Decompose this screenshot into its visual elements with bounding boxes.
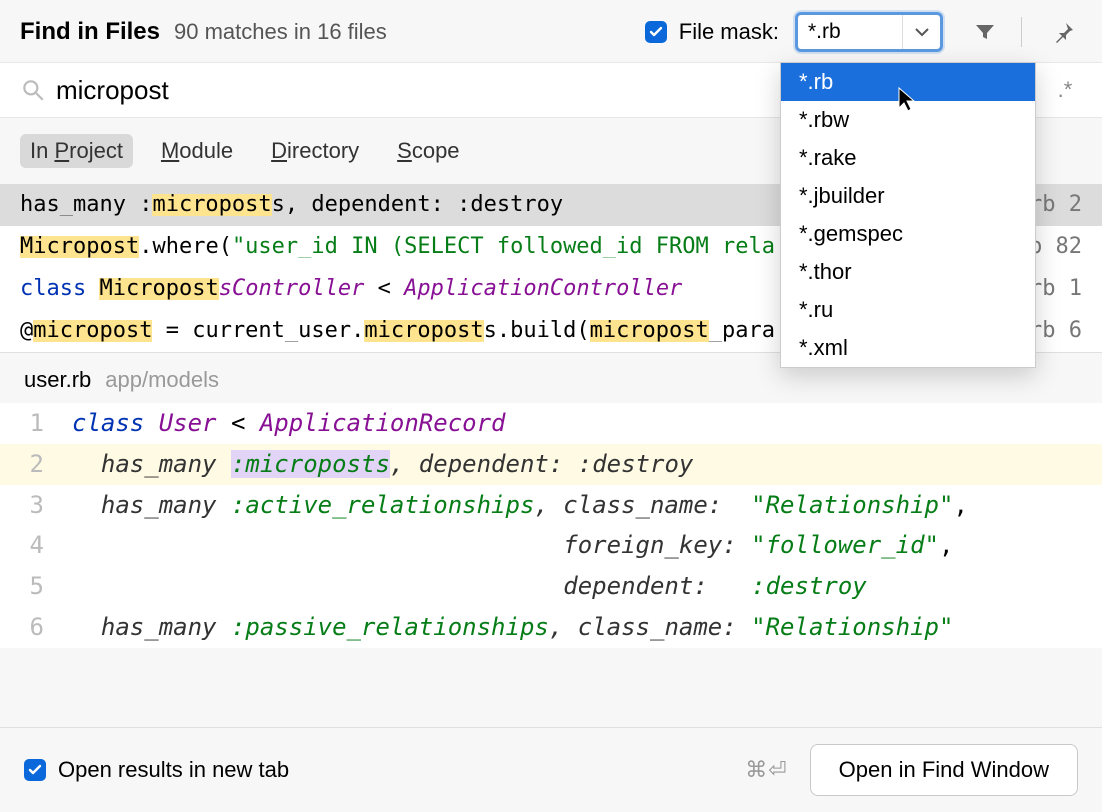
regex-toggle[interactable]: .* — [1048, 73, 1082, 107]
chevron-down-icon — [915, 27, 929, 37]
dropdown-item[interactable]: *.gemspec — [781, 215, 1035, 253]
filemask-dropdown-button[interactable] — [902, 15, 940, 49]
divider — [1021, 17, 1022, 47]
line-number: 5 — [0, 566, 72, 607]
newtab-label: Open results in new tab — [58, 757, 745, 783]
dialog-footer: Open results in new tab ⌘⏎ Open in Find … — [0, 727, 1102, 812]
dropdown-item[interactable]: *.jbuilder — [781, 177, 1035, 215]
code-preview[interactable]: 1class User < ApplicationRecord 2 has_ma… — [0, 403, 1102, 648]
filemask-input[interactable] — [798, 15, 902, 49]
check-icon — [27, 762, 43, 778]
dropdown-item[interactable]: *.xml — [781, 329, 1035, 367]
preview-path: app/models — [105, 367, 219, 393]
pin-icon[interactable] — [1046, 14, 1082, 50]
filemask-label: File mask: — [679, 19, 779, 45]
line-number: 1 — [0, 403, 72, 444]
line-number: 6 — [0, 607, 72, 648]
match-count-label: 90 matches in 16 files — [174, 19, 645, 45]
preview-filename: user.rb — [24, 367, 91, 393]
scope-directory[interactable]: Directory — [261, 134, 369, 168]
dropdown-item[interactable]: *.rake — [781, 139, 1035, 177]
line-number: 3 — [0, 485, 72, 526]
newtab-checkbox[interactable] — [24, 759, 46, 781]
filter-icon[interactable] — [967, 14, 1003, 50]
search-icon — [20, 77, 46, 103]
scope-scope[interactable]: Scope — [387, 134, 469, 168]
dropdown-item[interactable]: *.ru — [781, 291, 1035, 329]
line-number: 4 — [0, 525, 72, 566]
scope-in-project[interactable]: In Project — [20, 134, 133, 168]
filemask-checkbox[interactable] — [645, 21, 667, 43]
dropdown-item[interactable]: *.thor — [781, 253, 1035, 291]
check-icon — [648, 24, 664, 40]
dialog-header: Find in Files 90 matches in 16 files Fil… — [0, 0, 1102, 63]
scope-module[interactable]: Module — [151, 134, 243, 168]
mouse-cursor-icon — [896, 86, 918, 114]
dialog-title: Find in Files — [20, 18, 160, 46]
open-in-find-window-button[interactable]: Open in Find Window — [810, 744, 1078, 796]
line-number: 2 — [0, 444, 72, 485]
shortcut-hint: ⌘⏎ — [745, 757, 787, 783]
filemask-combobox[interactable] — [795, 12, 943, 52]
